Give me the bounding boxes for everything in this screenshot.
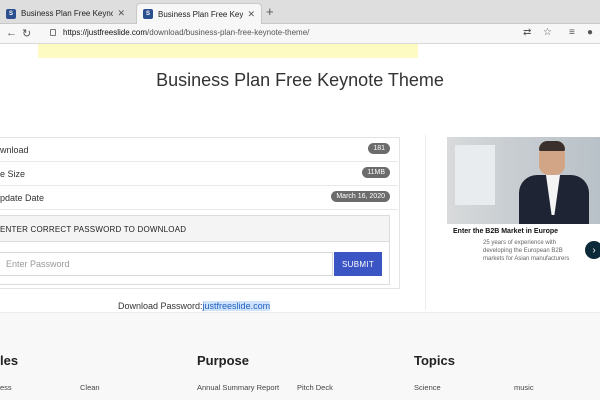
info-label: pdate Date [0, 193, 45, 203]
download-password-value: justfreeslide.com [202, 301, 271, 311]
close-tab-icon[interactable]: ✕ [247, 9, 255, 20]
url-domain: https://justfreeslide.com [63, 28, 148, 37]
footer-link[interactable]: Annual Summary Report [197, 383, 279, 392]
star-icon[interactable]: ☆ [543, 27, 552, 38]
url-path: /download/business-plan-free-keynote-the… [147, 28, 310, 37]
ad-photo [447, 137, 600, 224]
new-tab-icon[interactable]: + [266, 4, 274, 19]
browser-tab-2[interactable]: S Business Plan Free Keynote Th ✕ [136, 3, 262, 24]
info-row-update-date: pdate Date March 16, 2020 [0, 186, 398, 210]
footer-heading-styles: les [0, 353, 19, 368]
notice-banner [38, 44, 418, 58]
page-title: Business Plan Free Keynote Theme [156, 70, 444, 90]
footer-link[interactable]: Pitch Deck [297, 383, 333, 392]
footer-link[interactable]: music [514, 383, 534, 392]
ad-title: Enter the B2B Market in Europe [453, 228, 559, 235]
collections-icon[interactable]: ≡ [569, 27, 575, 38]
download-password-label: Download Password: [118, 301, 203, 311]
footer-link[interactable]: Clean [80, 383, 100, 392]
update-date-badge: March 16, 2020 [331, 191, 390, 202]
site-favicon-icon: S [143, 9, 153, 19]
info-label: e Size [0, 169, 26, 179]
download-count-badge: 181 [368, 143, 390, 154]
url-field[interactable]: https://justfreeslide.com/download/busin… [63, 28, 309, 37]
password-heading: ENTER CORRECT PASSWORD TO DOWNLOAD [0, 216, 389, 242]
info-label: wnload [0, 145, 29, 155]
info-row-download: wnload 181 [0, 138, 398, 162]
browser-tab-1[interactable]: S Business Plan Free Keynote Th ✕ [0, 3, 131, 24]
close-tab-icon[interactable]: ✕ [117, 8, 125, 19]
reload-icon[interactable]: ↻ [22, 27, 31, 40]
footer-link[interactable]: Science [414, 383, 441, 392]
tab-title: Business Plan Free Keynote Th [21, 9, 114, 18]
column-divider [425, 135, 426, 310]
download-password-line: Download Password:justfreeslide.com [118, 301, 271, 311]
profile-icon[interactable]: ● [587, 27, 593, 38]
ad-logo-icon [453, 241, 477, 255]
ad-next-icon[interactable]: › [585, 241, 600, 259]
footer: les Purpose Topics ess Clean Annual Summ… [0, 312, 600, 400]
password-input[interactable] [0, 252, 333, 276]
ad-text: 25 years of experience with developing t… [483, 240, 570, 262]
footer-heading-purpose: Purpose [197, 353, 250, 368]
tab-strip: S Business Plan Free Keynote Th ✕ S Busi… [0, 0, 600, 24]
translate-icon[interactable]: ⇄ [523, 27, 531, 38]
file-size-badge: 11MB [362, 167, 390, 178]
download-info-panel: wnload 181 e Size 11MB pdate Date March … [0, 137, 400, 289]
password-box: ENTER CORRECT PASSWORD TO DOWNLOAD SUBMI… [0, 215, 390, 285]
footer-link[interactable]: ess [0, 383, 12, 392]
submit-button[interactable]: SUBMIT [334, 252, 382, 276]
site-favicon-icon: S [6, 8, 16, 19]
lock-icon [50, 29, 56, 36]
tab-title: Business Plan Free Keynote Th [158, 9, 244, 19]
footer-heading-topics: Topics [414, 353, 455, 368]
advertisement[interactable]: Enter the B2B Market in Europe 25 years … [447, 137, 600, 270]
info-row-file-size: e Size 11MB [0, 162, 398, 186]
address-bar: ← ↻ https://justfreeslide.com/download/b… [0, 24, 600, 44]
back-icon[interactable]: ← [6, 27, 17, 39]
